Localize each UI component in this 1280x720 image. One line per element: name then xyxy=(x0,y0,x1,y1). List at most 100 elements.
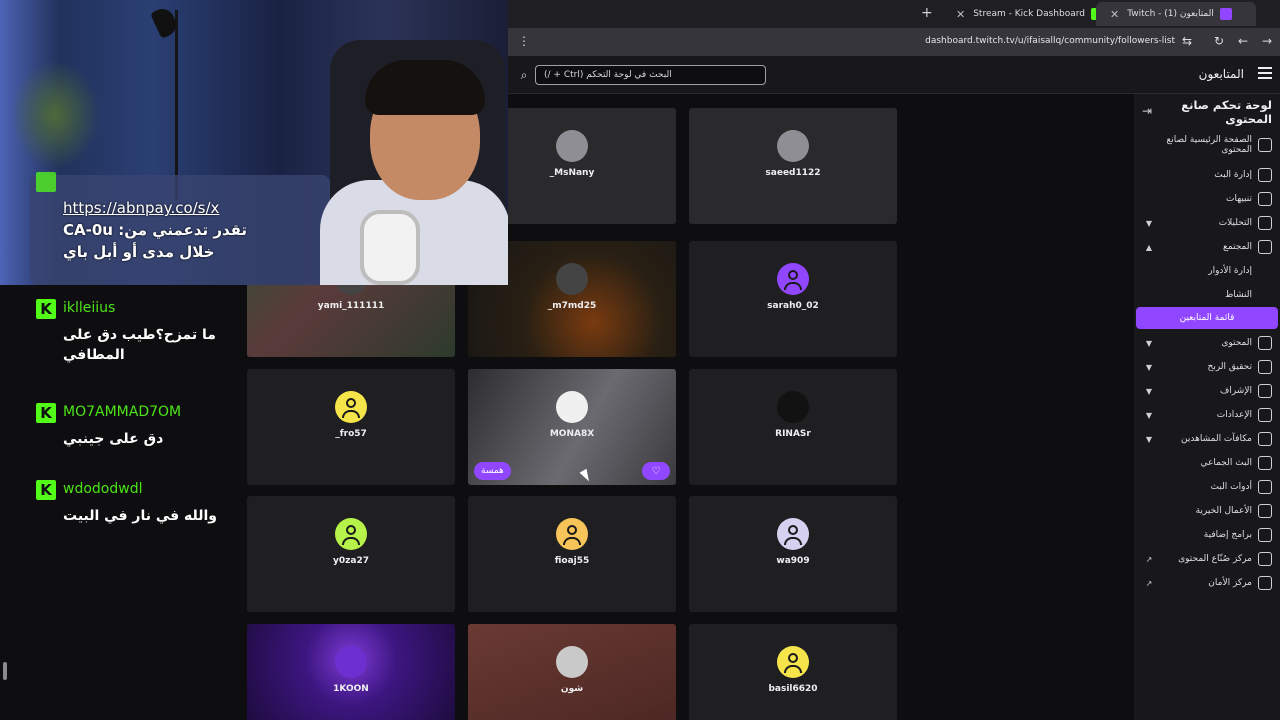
sidebar-item[interactable]: النشاط xyxy=(1136,284,1278,306)
follower-avatar[interactable] xyxy=(556,130,588,162)
sidebar-item-label: البث الجماعي xyxy=(1200,458,1252,468)
follower-card[interactable]: MONA8X همسة ♡ xyxy=(468,369,676,485)
reload-icon[interactable]: ↻ xyxy=(1214,34,1224,48)
menu-icon[interactable]: ⋮ xyxy=(518,34,530,48)
search-input[interactable]: البحث في لوحة التحكم (Ctrl + /) xyxy=(535,65,766,85)
follower-avatar[interactable] xyxy=(556,263,588,295)
sidebar-item[interactable]: التحليلات ▼ xyxy=(1136,212,1278,234)
follower-name[interactable]: basil6620 xyxy=(689,684,897,694)
follower-card[interactable]: _fro57 xyxy=(247,369,455,485)
follower-avatar[interactable] xyxy=(777,518,809,550)
follower-avatar[interactable] xyxy=(335,391,367,423)
sidebar-item[interactable]: أدوات البث xyxy=(1136,476,1278,498)
follower-card[interactable]: wa909 xyxy=(689,496,897,612)
follower-card[interactable]: 1KOON xyxy=(247,624,455,720)
sidebar-item[interactable]: برامج إضافية xyxy=(1136,524,1278,546)
address-bar: ⋮ dashboard.twitch.tv/u/ifaisallq/commun… xyxy=(508,28,1280,56)
close-tab-icon[interactable]: ✕ xyxy=(956,8,965,21)
megaphone-icon xyxy=(1258,192,1272,206)
follower-avatar[interactable] xyxy=(335,518,367,550)
whisper-button[interactable]: همسة xyxy=(474,462,511,480)
follower-avatar[interactable] xyxy=(777,263,809,295)
follower-name[interactable]: fioaj55 xyxy=(468,556,676,566)
chevron-up-icon: ▲ xyxy=(1145,242,1153,252)
external-link-icon: ↗ xyxy=(1145,578,1153,588)
follower-card[interactable]: sarah0_02 xyxy=(689,241,897,357)
sidebar-item[interactable]: إدارة الأدوار xyxy=(1136,260,1278,282)
sidebar-item[interactable]: إدارة البث xyxy=(1136,164,1278,186)
follower-avatar[interactable] xyxy=(335,646,367,678)
chat-scrollbar[interactable] xyxy=(3,662,7,680)
webcam-feed: https://abnpay.co/s/x تقدر تدعمني من: CA… xyxy=(0,0,508,285)
follower-avatar[interactable] xyxy=(777,646,809,678)
tab-kick-dashboard[interactable]: ✕ Stream - Kick Dashboard xyxy=(942,2,1109,26)
forward-icon[interactable]: → xyxy=(1262,34,1272,48)
external-link-icon: ↗ xyxy=(1145,554,1153,564)
charity-icon xyxy=(1258,504,1272,518)
collab-icon xyxy=(1258,456,1272,470)
follower-name[interactable]: _m7md25 xyxy=(468,301,676,311)
follower-name[interactable]: RINASr xyxy=(689,429,897,439)
tab-twitch-followers[interactable]: ✕ Twitch - المتابعون (1) xyxy=(1096,2,1256,26)
follower-name[interactable]: sarah0_02 xyxy=(689,301,897,311)
sidebar-item[interactable]: مركز الأمان ↗ xyxy=(1136,572,1278,594)
sidebar-item[interactable]: البث الجماعي xyxy=(1136,452,1278,474)
sidebar-item[interactable]: الصفحة الرئيسية لصانع المحتوى xyxy=(1136,130,1278,160)
follower-avatar[interactable] xyxy=(556,646,588,678)
follower-avatar[interactable] xyxy=(777,130,809,162)
sidebar-item[interactable]: المحتوى ▼ xyxy=(1136,332,1278,354)
sidebar-item[interactable]: تنبيهات xyxy=(1136,188,1278,210)
follower-name[interactable]: saeed1122 xyxy=(689,168,897,178)
search-icon[interactable]: ⌕ xyxy=(513,64,535,86)
chevron-down-icon: ▼ xyxy=(1145,218,1153,228)
sidebar-item[interactable]: تحقيق الربح ▼ xyxy=(1136,356,1278,378)
follower-name[interactable]: MONA8X xyxy=(468,429,676,439)
follower-avatar[interactable] xyxy=(556,518,588,550)
sidebar-item-label: تنبيهات xyxy=(1225,194,1252,204)
collapse-sidebar-icon[interactable]: ⇥ xyxy=(1142,104,1152,118)
sidebar-item[interactable]: الإشراف ▼ xyxy=(1136,380,1278,402)
follower-name[interactable]: yami_111111 xyxy=(247,301,455,311)
follower-name[interactable]: شون xyxy=(468,684,676,694)
chat-overlay: K iklleiius ما تمزح؟طيب دق على المطافي K… xyxy=(0,285,246,720)
analytics-icon xyxy=(1258,216,1272,230)
follower-name[interactable]: 1KOON xyxy=(247,684,455,694)
gear-icon xyxy=(1258,408,1272,422)
donation-link: https://abnpay.co/s/x xyxy=(63,199,220,217)
follower-name[interactable]: y0za27 xyxy=(247,556,455,566)
follower-avatar[interactable] xyxy=(777,391,809,423)
chat-username: wdododwdl xyxy=(63,481,143,497)
extensions-icon xyxy=(1258,528,1272,542)
url-text[interactable]: dashboard.twitch.tv/u/ifaisallq/communit… xyxy=(925,36,1175,46)
page-title: المتابعون xyxy=(1198,67,1244,81)
book-icon xyxy=(1258,552,1272,566)
follower-card[interactable]: RINASr xyxy=(689,369,897,485)
follower-card[interactable]: fioaj55 xyxy=(468,496,676,612)
follower-name[interactable]: wa909 xyxy=(689,556,897,566)
follow-heart-icon[interactable]: ♡ xyxy=(642,462,670,480)
chat-username: iklleiius xyxy=(63,300,116,316)
streamer-image xyxy=(290,60,508,285)
chat-text: والله في نار في البيت xyxy=(63,508,217,524)
sidebar-item[interactable]: مكافآت المشاهدين ▼ xyxy=(1136,428,1278,450)
donation-line-2: خلال مدى أو أبل باي xyxy=(63,243,215,261)
follower-name[interactable]: _fro57 xyxy=(247,429,455,439)
sidebar-item[interactable]: الأعمال الخيرية xyxy=(1136,500,1278,522)
back-icon[interactable]: ← xyxy=(1238,34,1248,48)
close-tab-icon[interactable]: ✕ xyxy=(1110,8,1119,21)
follower-avatar[interactable] xyxy=(556,391,588,423)
sidebar-item-label: برامج إضافية xyxy=(1203,530,1252,540)
sidebar-item[interactable]: المجتمع ▲ xyxy=(1136,236,1278,258)
follower-card[interactable]: saeed1122 xyxy=(689,108,897,224)
sidebar-item[interactable]: قائمة المتابعين xyxy=(1136,307,1278,329)
follower-card[interactable]: y0za27 xyxy=(247,496,455,612)
sidebar-item[interactable]: الإعدادات ▼ xyxy=(1136,404,1278,426)
new-tab-button[interactable]: + xyxy=(921,5,933,21)
tools-icon xyxy=(1258,480,1272,494)
follower-card[interactable]: basil6620 xyxy=(689,624,897,720)
hamburger-menu-icon[interactable] xyxy=(1258,67,1272,79)
sidebar-item[interactable]: مركز صُنّاع المحتوى ↗ xyxy=(1136,548,1278,570)
follower-card[interactable]: شون xyxy=(468,624,676,720)
site-settings-icon[interactable]: ⇆ xyxy=(1182,34,1192,48)
content-icon xyxy=(1258,336,1272,350)
